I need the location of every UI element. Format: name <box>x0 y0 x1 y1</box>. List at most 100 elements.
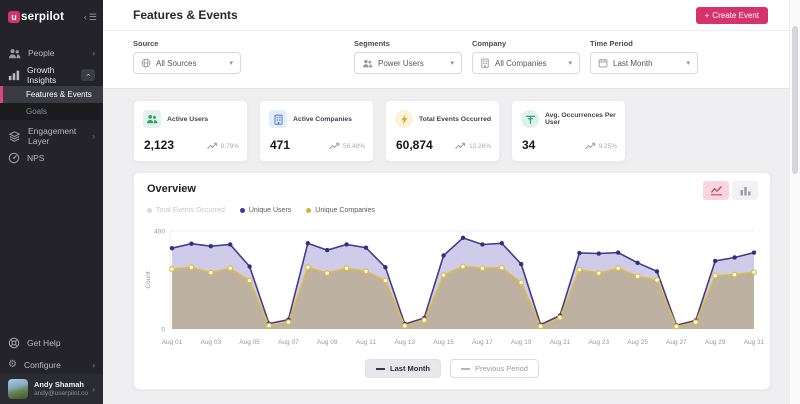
trend-up-icon <box>329 142 340 150</box>
sidebar-item-engagement-layer[interactable]: Engagement Layer › <box>0 127 103 145</box>
line-chart-toggle-button[interactable] <box>703 181 729 200</box>
sidebar-item-people[interactable]: People › <box>0 44 103 62</box>
sidebar-collapse-button[interactable]: ‹ ☰ <box>84 12 97 23</box>
legend-label: Unique Companies <box>315 207 375 214</box>
avatar <box>8 379 28 399</box>
bar-chart-icon <box>739 185 752 196</box>
last-month-button[interactable]: Last Month <box>365 359 441 378</box>
trend-up-icon <box>207 142 218 150</box>
filter-label: Segments <box>354 39 462 48</box>
svg-text:0: 0 <box>161 327 165 334</box>
stat-change: 56.48% <box>343 143 365 150</box>
gear-icon: ⚙ <box>8 360 17 370</box>
company-dropdown[interactable]: All Companies ▾ <box>472 52 580 74</box>
stat-card-avg-occurrences: Avg. Occurrences Per User 34 9.25% <box>511 100 626 162</box>
scrollbar-thumb[interactable] <box>792 26 798 174</box>
stat-icon-box <box>395 110 413 128</box>
svg-text:Aug 29: Aug 29 <box>705 339 726 346</box>
legend-label: Unique Users <box>249 207 291 214</box>
calendar-icon <box>598 58 608 68</box>
svg-text:Aug 25: Aug 25 <box>627 339 648 346</box>
svg-text:Aug 01: Aug 01 <box>162 339 183 346</box>
sidebar-item-label: People <box>28 48 54 58</box>
divider <box>103 30 790 31</box>
legend-item-unique-companies[interactable]: Unique Companies <box>306 207 375 214</box>
svg-text:Aug 03: Aug 03 <box>200 339 221 346</box>
stat-label: Avg. Occurrences Per User <box>545 112 619 126</box>
sidebar-item-features-events[interactable]: Features & Events <box>0 86 103 103</box>
trend-up-icon <box>585 142 596 150</box>
sidebar-item-configure[interactable]: ⚙ Configure › <box>0 356 103 374</box>
solid-line-icon <box>376 368 385 370</box>
segments-dropdown[interactable]: Power Users ▾ <box>354 52 462 74</box>
chevron-down-icon: ▾ <box>450 59 454 67</box>
building-icon <box>273 114 284 125</box>
line-chart-icon <box>710 185 723 196</box>
chevron-left-icon: ‹ <box>84 12 87 22</box>
svg-text:Aug 17: Aug 17 <box>472 339 493 346</box>
stat-value: 60,874 <box>396 138 433 152</box>
svg-text:Aug 19: Aug 19 <box>511 339 532 346</box>
overview-panel: Overview Total Events Occurred Unique Us… <box>133 172 771 390</box>
user-name: Andy Shamah <box>34 381 88 390</box>
layers-icon <box>8 131 21 142</box>
sidebar-item-growth-insights[interactable]: Growth Insights › <box>0 66 103 84</box>
logo-u-mark: u <box>8 11 20 23</box>
create-event-button[interactable]: + Create Event <box>696 7 768 24</box>
chevron-down-icon: ▾ <box>568 59 572 67</box>
dashed-line-icon <box>461 368 470 370</box>
source-dropdown[interactable]: All Sources ▾ <box>133 52 241 74</box>
svg-text:Count: Count <box>145 271 152 289</box>
svg-text:Aug 23: Aug 23 <box>588 339 609 346</box>
bar-chart-icon <box>8 69 20 81</box>
stat-label: Total Events Occurred <box>419 116 491 123</box>
sidebar-item-goals[interactable]: Goals <box>0 103 103 120</box>
chart-type-toggle <box>703 181 758 200</box>
chevron-right-icon: › <box>92 132 95 141</box>
sidebar-item-label: Features & Events <box>26 90 92 99</box>
people-icon <box>8 48 21 59</box>
user-menu[interactable]: Andy Shamah andy@userpilot.co › <box>0 374 103 404</box>
svg-text:400: 400 <box>154 229 165 236</box>
stat-icon-box <box>269 110 287 128</box>
bar-chart-toggle-button[interactable] <box>732 181 758 200</box>
trend-up-icon <box>455 142 466 150</box>
previous-period-button[interactable]: Previous Period <box>450 359 539 378</box>
globe-icon <box>141 58 151 68</box>
stat-value: 2,123 <box>144 138 174 152</box>
chevron-right-icon: › <box>92 361 95 370</box>
logo-text: serpilot <box>21 11 64 23</box>
scrollbar-track[interactable] <box>789 0 800 404</box>
chevron-down-icon: ▾ <box>686 59 690 67</box>
page-title: Features & Events <box>133 8 238 22</box>
collapse-section-button[interactable]: › <box>81 69 95 81</box>
hamburger-icon: ☰ <box>89 12 97 23</box>
top-bar: Features & Events + Create Event Source … <box>103 0 790 89</box>
sidebar-item-nps[interactable]: NPS <box>0 149 103 167</box>
legend-item-total-events[interactable]: Total Events Occurred <box>147 207 225 214</box>
chevron-down-icon: ▾ <box>229 59 233 67</box>
sidebar-item-label: Goals <box>26 107 47 116</box>
plus-icon: + <box>705 11 710 20</box>
svg-text:Aug 07: Aug 07 <box>278 339 299 346</box>
dropdown-value: Last Month <box>613 59 653 68</box>
stat-value: 34 <box>522 138 535 152</box>
time-period-dropdown[interactable]: Last Month ▾ <box>590 52 698 74</box>
filter-label: Company <box>472 39 580 48</box>
chevron-up-icon: › <box>84 74 92 77</box>
people-icon <box>362 59 373 68</box>
svg-text:Aug 13: Aug 13 <box>394 339 415 346</box>
sidebar-item-get-help[interactable]: Get Help <box>0 334 103 352</box>
filter-label: Source <box>133 39 241 48</box>
stat-label: Active Users <box>167 116 208 123</box>
logo: u serpilot ‹ ☰ <box>8 8 97 26</box>
stat-icon-box <box>521 110 539 128</box>
dropdown-value: All Sources <box>156 59 196 68</box>
stat-card-total-events: Total Events Occurred 60,874 12.26% <box>385 100 500 162</box>
legend-item-unique-users[interactable]: Unique Users <box>240 207 291 214</box>
filter-label: Time Period <box>590 39 698 48</box>
sidebar-item-label: NPS <box>27 153 44 163</box>
legend-dot <box>240 208 245 213</box>
building-icon <box>480 58 490 68</box>
sidebar: u serpilot ‹ ☰ People › Growth Insights … <box>0 0 103 404</box>
